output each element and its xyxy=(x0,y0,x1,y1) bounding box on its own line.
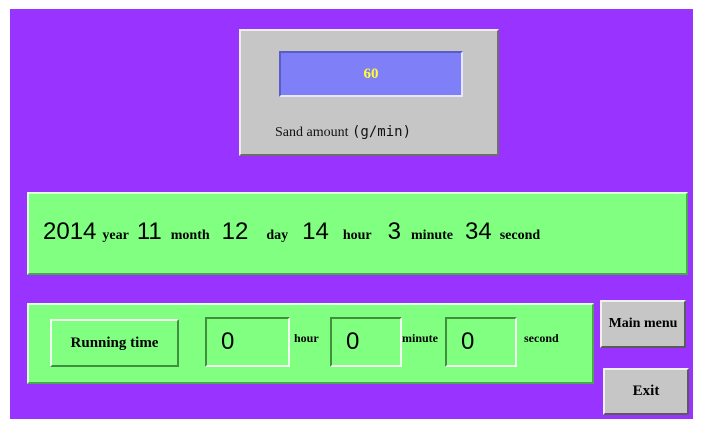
second-label: second xyxy=(499,228,541,243)
sand-amount-unit: (g/min) xyxy=(352,124,412,140)
running-minutes-field[interactable]: 0 xyxy=(330,317,402,367)
day-value: 12 xyxy=(221,218,249,245)
main-menu-button[interactable]: Main menu xyxy=(600,300,686,348)
running-minute-label: minute xyxy=(402,331,438,345)
running-seconds-field[interactable]: 0 xyxy=(445,317,517,367)
running-time-button[interactable]: Running time xyxy=(50,319,179,367)
year-label: year xyxy=(102,228,129,243)
exit-button[interactable]: Exit xyxy=(603,368,689,415)
year-value: 2014 xyxy=(43,218,97,245)
running-time-panel: Running time 0 hour 0 minute 0 second xyxy=(27,303,594,384)
sand-amount-value: 60 xyxy=(363,65,379,82)
sand-amount-label: Sand amount (g/min) xyxy=(275,124,411,141)
hour-label: hour xyxy=(342,228,372,243)
running-hours-field[interactable]: 0 xyxy=(205,317,290,367)
datetime-panel: 2014 year 11 month 12 day 14 hour 3 minu… xyxy=(27,192,688,275)
day-label: day xyxy=(266,228,289,243)
hmi-screen: 60 Sand amount (g/min) 2014 year 11 mont… xyxy=(10,9,693,419)
running-seconds-value: 0 xyxy=(461,328,475,355)
running-hour-label: hour xyxy=(294,331,319,345)
minute-label: minute xyxy=(411,228,454,243)
running-second-label: second xyxy=(524,331,559,345)
month-label: month xyxy=(170,228,210,243)
second-value: 34 xyxy=(465,218,492,245)
sand-amount-panel: 60 Sand amount (g/min) xyxy=(239,29,499,156)
month-value: 11 xyxy=(136,218,162,245)
sand-amount-label-text: Sand amount xyxy=(275,125,349,140)
running-minutes-value: 0 xyxy=(346,328,360,355)
sand-amount-display[interactable]: 60 xyxy=(279,51,463,97)
datetime-row: 2014 year 11 month 12 day 14 hour 3 minu… xyxy=(43,218,540,246)
minute-value: 3 xyxy=(387,218,402,245)
running-hours-value: 0 xyxy=(221,328,235,355)
hour-value: 14 xyxy=(302,218,329,245)
